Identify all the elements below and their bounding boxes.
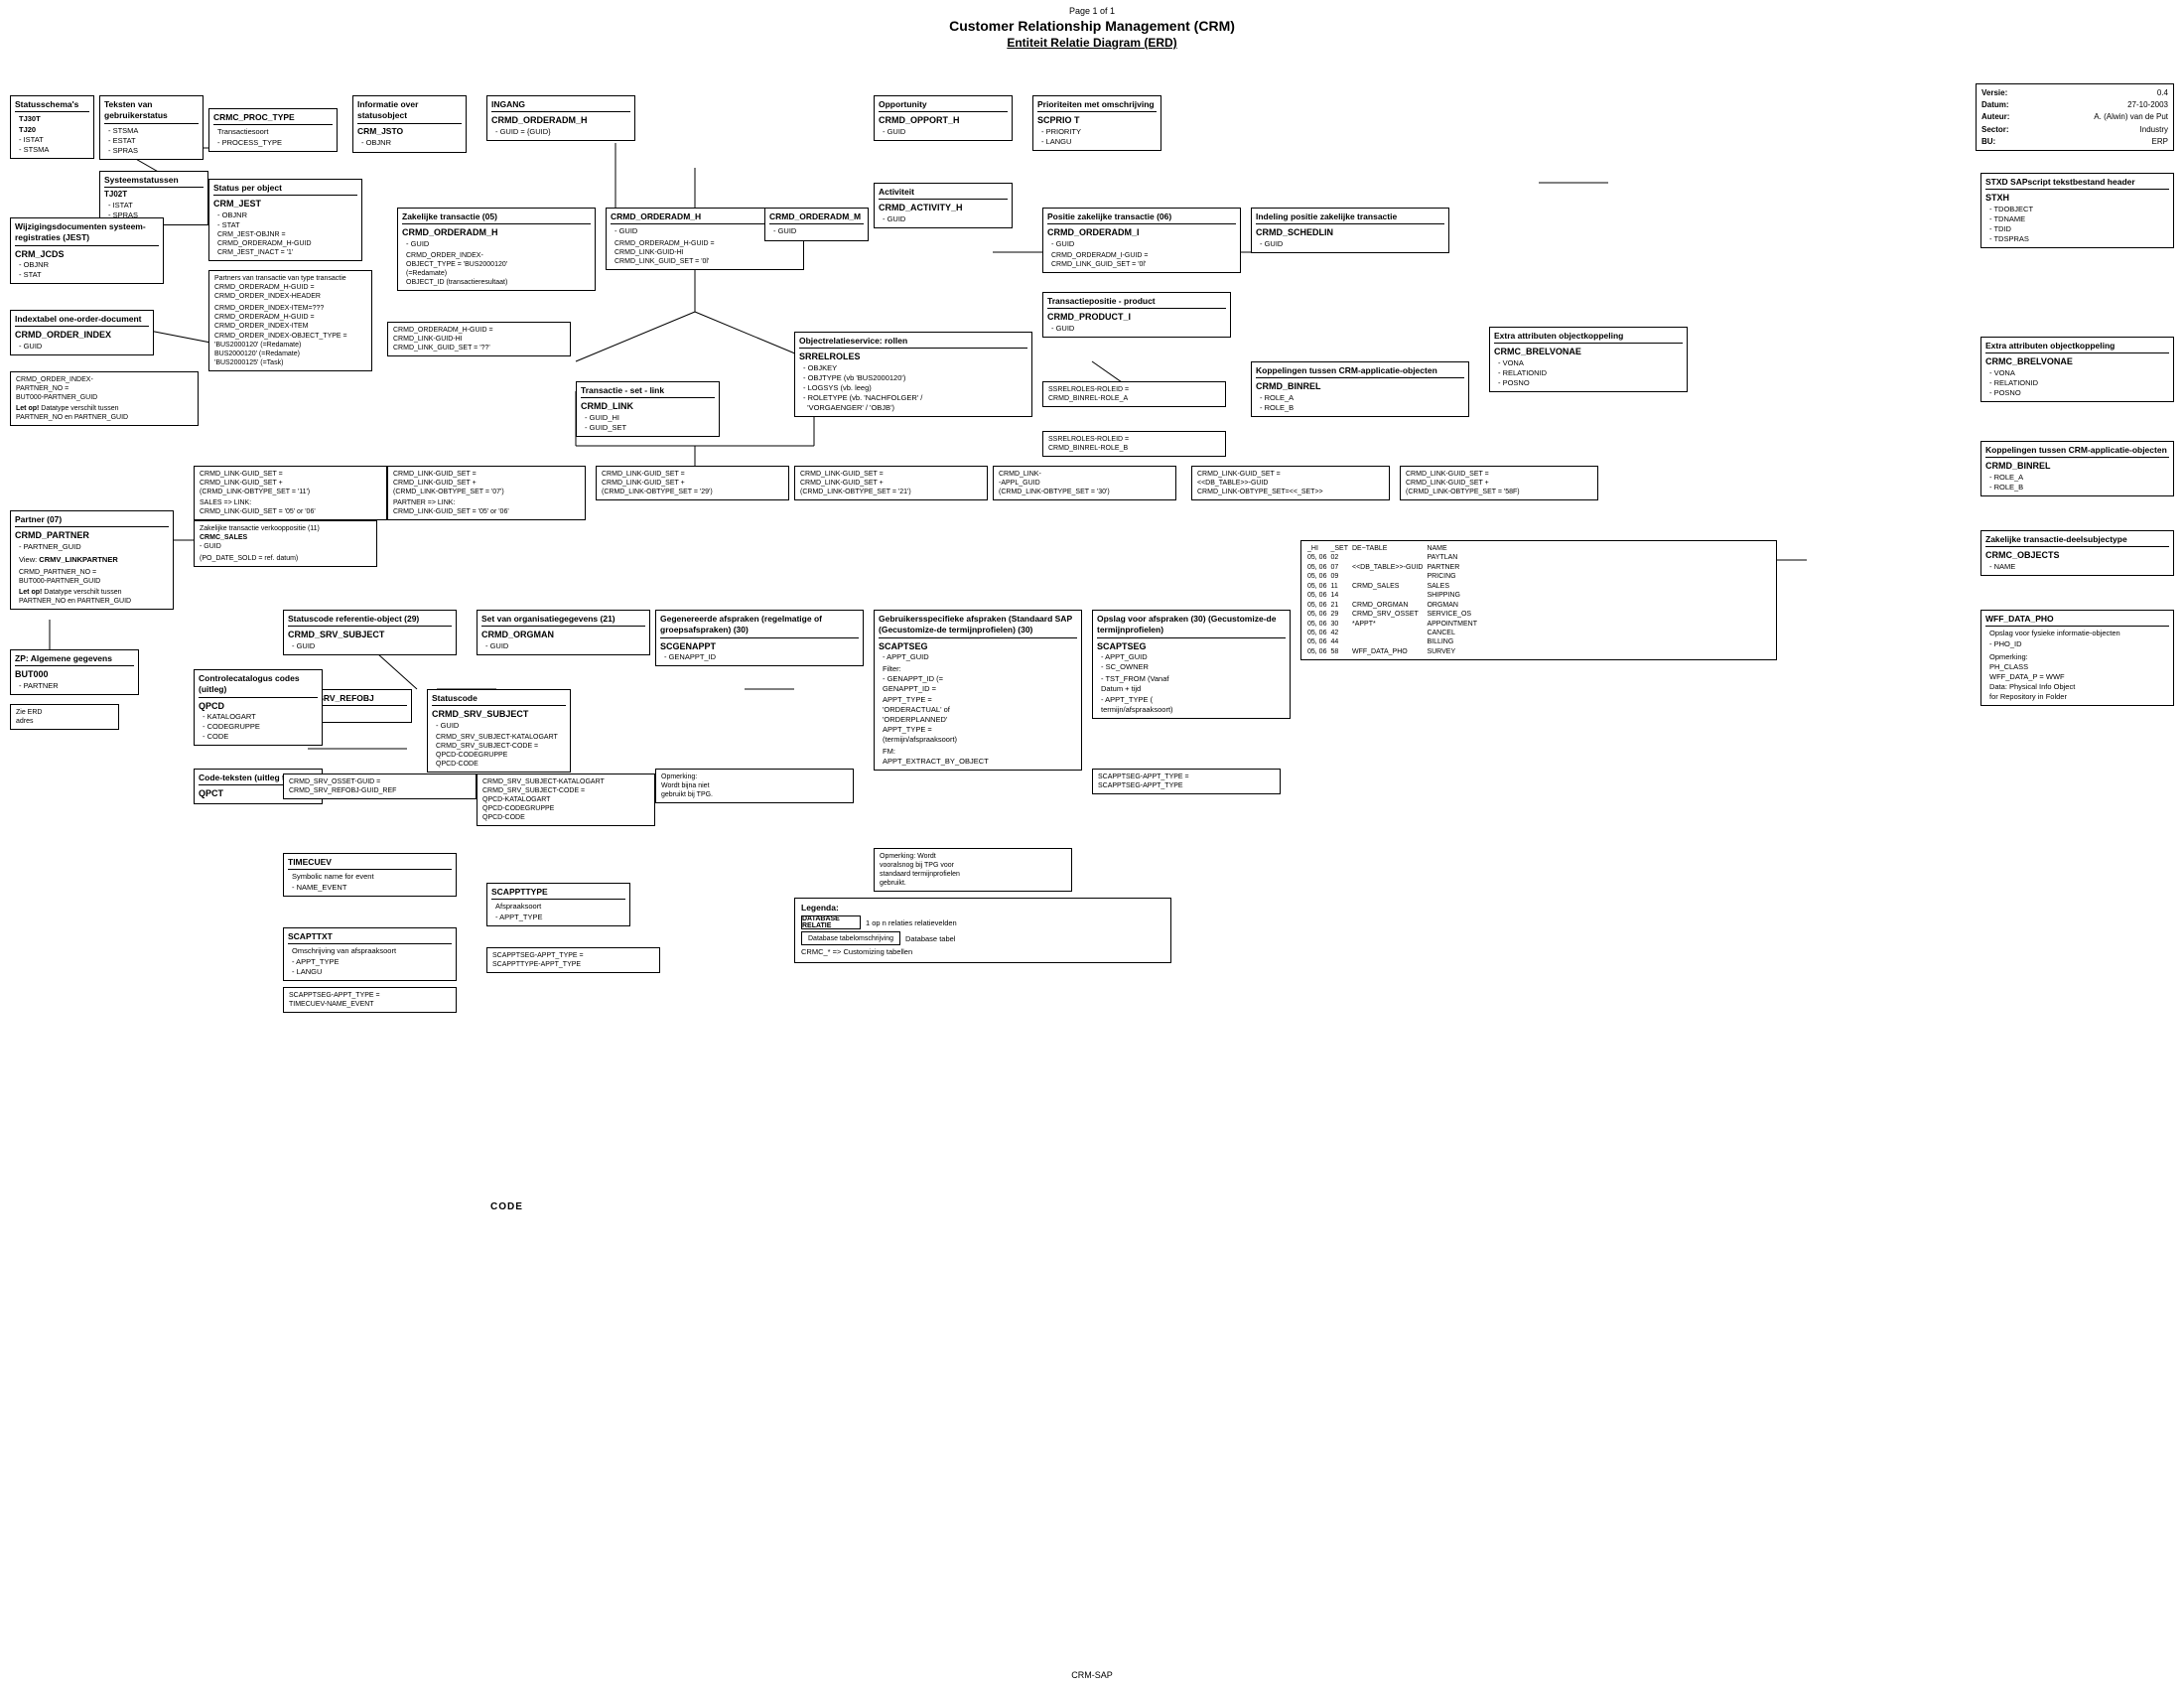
crmc-proc-type-box: CRMC_PROC_TYPE Transactiesoort - PROCESS… bbox=[208, 108, 338, 152]
crmd-link-obtype-note3: CRMD_LINK-GUID_SET = CRMD_LINK-GUID_SET … bbox=[596, 466, 789, 500]
timecuev-box: TIMECUEV Symbolic name for event - NAME_… bbox=[283, 853, 457, 897]
versie-label: Versie: bbox=[1981, 87, 2026, 98]
crmc-brelvonae-box: Extra attributen objectkoppeling CRMC_BR… bbox=[1980, 337, 2174, 402]
sector-val: Industry bbox=[2140, 124, 2168, 135]
crmd-orderadm-h-guid-note-topleft: CRMD_ORDERADM_H-GUID = CRMD_LINK-GUID-HI… bbox=[387, 322, 571, 356]
crmd-order-index-note: CRMD_ORDER_INDEX- PARTNER_NO = BUT000-PA… bbox=[10, 371, 199, 426]
large-data-table-box: _HI_SETDE~TABLENAME 05, 0602PAYTLAN 05, … bbox=[1300, 540, 1777, 660]
info-statusobject-box: Informatie over statusobject CRM_JSTO - … bbox=[352, 95, 467, 153]
crm-jcds-box: Wijzigingsdocumenten systeem-registratie… bbox=[10, 217, 164, 284]
crmd-order-index-box: Indextabel one-order-document CRMD_ORDER… bbox=[10, 310, 154, 355]
crmd-link-obtype-note1: CRMD_LINK-GUID_SET = CRMD_LINK-GUID_SET … bbox=[387, 466, 586, 520]
crmd-srv-osset-note: CRMD_SRV_OSSET-GUID = CRMD_SRV_REFOBJ-GU… bbox=[283, 774, 477, 799]
crmd-orderadm-m-box: CRMD_ORDERADM_M - GUID bbox=[764, 208, 869, 241]
bu-label: BU: bbox=[1981, 136, 2026, 147]
legend-title: Legenda: bbox=[801, 903, 1164, 913]
ssrelroles-note-a: SSRELROLES-ROLEID = CRMD_BINREL-ROLE_A bbox=[1042, 381, 1226, 407]
crmd-link-obtype-note6: CRMD_LINK-GUID_SET = CRMD_LINK-GUID_SET … bbox=[1400, 466, 1598, 500]
qpcd-box: Controlecatalogus codes (uitleg) QPCD - … bbox=[194, 669, 323, 746]
crmc-sales-guid-note: Zakelijke transactie verkooppositie (11)… bbox=[194, 520, 377, 567]
but000-box: ZP: Algemene gegevens BUT000 - PARTNER bbox=[10, 649, 139, 695]
legend-rect-relatie: DATABASE RELATIE bbox=[801, 915, 861, 929]
legend-rect-tabel: Database tabelomschrijving bbox=[801, 931, 900, 945]
timecuev-note: SCAPPTSEG-APPT_TYPE = TIMECUEV-NAME_EVEN… bbox=[283, 987, 457, 1013]
version-info-box: Versie: 0.4 Datum: 27-10-2003 Auteur: A.… bbox=[1976, 83, 2174, 151]
opportunity-box: Opportunity CRMD_OPPORT_H - GUID bbox=[874, 95, 1013, 141]
scgenappt-opmerking: Opmerking: Wordt bijna niet gebruikt bij… bbox=[655, 769, 854, 803]
crmd-orderadm-h-zakelijk-box: Zakelijke transactie (05) CRMD_ORDERADM_… bbox=[397, 208, 596, 291]
crmc-objects-box: Zakelijke transactie-deelsubjectype CRMC… bbox=[1980, 530, 2174, 576]
stxh-box: STXD SAPscript tekstbestand header STXH … bbox=[1980, 173, 2174, 248]
crmd-srv-subject-box: Statuscode CRMD_SRV_SUBJECT - GUID CRMD_… bbox=[427, 689, 571, 773]
opslag-afspraken-box: Opslag voor afspraken (30) (Gecustomize-… bbox=[1092, 610, 1291, 719]
scaptseg-box: Gebruikersspecifieke afspraken (Standaar… bbox=[874, 610, 1082, 771]
page-header: Page 1 of 1 bbox=[0, 0, 2184, 18]
crmd-partner-box: Partner (07) CRMD_PARTNER - PARTNER_GUID… bbox=[10, 510, 174, 610]
statuscode-refobj-box: Statuscode referentie-object (29) CRMD_S… bbox=[283, 610, 457, 655]
diagram-area: Versie: 0.4 Datum: 27-10-2003 Auteur: A.… bbox=[0, 54, 2184, 1662]
datum-label: Datum: bbox=[1981, 99, 2026, 110]
crmd-binrel-box: Koppelingen tussen CRM-applicatie-object… bbox=[1980, 441, 2174, 496]
crmd-link-obtype-note4: CRMD_LINK-GUID_SET = CRMD_LINK-GUID_SET … bbox=[794, 466, 988, 500]
crmc-brelvonae-box2: Extra attributen objectkoppeling CRMC_BR… bbox=[1489, 327, 1688, 392]
scaptseg-opmerking: Opmerking: Wordt vooralsnog bij TPG voor… bbox=[874, 848, 1072, 892]
partners-transactie-note: Partners van transactie van type transac… bbox=[208, 270, 372, 371]
main-title: Customer Relationship Management (CRM) bbox=[0, 18, 2184, 34]
sub-title: Entiteit Relatie Diagram (ERD) bbox=[0, 36, 2184, 50]
crmd-link-box: Transactie - set - link CRMD_LINK - GUID… bbox=[576, 381, 720, 437]
scappttype-note: SCAPPTSEG-APPT_TYPE = SCAPPTTYPE-APPT_TY… bbox=[486, 947, 660, 973]
crmd-link-appl-guid-note: CRMD_LINK- -APPL_GUID (CRMD_LINK-OBTYPE_… bbox=[993, 466, 1176, 500]
prioriteiten-box: Prioriteiten met omschrijving SCPRIO T -… bbox=[1032, 95, 1161, 151]
teksten-gebruikerstatus-box: Teksten van gebruikerstatus - STSMA - ES… bbox=[99, 95, 204, 160]
zie-erd-adres-note: Zie ERD adres bbox=[10, 704, 119, 730]
legend-box: Legenda: DATABASE RELATIE 1 op n relatie… bbox=[794, 898, 1171, 963]
scappttype-box: SCAPPTTYPE Afspraaksoort - APPT_TYPE bbox=[486, 883, 630, 926]
sector-label: Sector: bbox=[1981, 124, 2026, 135]
auteur-label: Auteur: bbox=[1981, 111, 2026, 122]
crmd-srv-subject-note: CRMD_SRV_SUBJECT-KATALOGART CRMD_SRV_SUB… bbox=[477, 774, 655, 826]
scapptseg-appt-type-note: SCAPPTSEG-APPT_TYPE = SCAPPTSEG-APPT_TYP… bbox=[1092, 769, 1281, 794]
crmd-link-obtype-note5: CRMD_LINK-GUID_SET = <<DB_TABLE>>-GUID C… bbox=[1191, 466, 1390, 500]
statusschemas-box: Statusschema's TJ30T TJ20 - ISTAT - STSM… bbox=[10, 95, 94, 159]
crmd-binrel-box2: Koppelingen tussen CRM-applicatie-object… bbox=[1251, 361, 1469, 417]
crmd-product-i-box: Transactiepositie - product CRMD_PRODUCT… bbox=[1042, 292, 1231, 338]
legend-item-relatie: DATABASE RELATIE 1 op n relaties relatie… bbox=[801, 915, 1164, 929]
wff-data-pho-box: WFF_DATA_PHO Opslag voor fysieke informa… bbox=[1980, 610, 2174, 706]
crmd-orderadm-i-box: Positie zakelijke transactie (06) CRMD_O… bbox=[1042, 208, 1241, 273]
ssrelroles-note-b: SSRELROLES-ROLEID = CRMD_BINREL-ROLE_B bbox=[1042, 431, 1226, 457]
srrelroles-box: Objectrelatieservice: rollen SRRELROLES … bbox=[794, 332, 1032, 417]
page-footer: CRM-SAP bbox=[0, 1670, 2184, 1680]
crmd-link-obtype-note2: CRMD_LINK-GUID_SET = CRMD_LINK-GUID_SET … bbox=[194, 466, 387, 520]
crmd-schedlin-box: Indeling positie zakelijke transactie CR… bbox=[1251, 208, 1449, 253]
scgenappt-box: Gegenereerde afspraken (regelmatige of g… bbox=[655, 610, 864, 666]
legend-item-tabel: Database tabelomschrijving Database tabe… bbox=[801, 931, 1164, 945]
ingang-box: INGANG CRMD_ORDERADM_H - GUID = {GUID} bbox=[486, 95, 635, 141]
set-organisatie-box: Set van organisatiegegevens (21) CRMD_OR… bbox=[477, 610, 650, 655]
legend-customizing-text: CRMC_* => Customizing tabellen bbox=[801, 947, 912, 956]
versie-val: 0.4 bbox=[2157, 87, 2168, 98]
scapttxt-box: SCAPTTXT Omschrijving van afspraaksoort … bbox=[283, 927, 457, 981]
code-text: CODE bbox=[490, 1201, 523, 1212]
activiteit-box: Activiteit CRMD_ACTIVITY_H - GUID bbox=[874, 183, 1013, 228]
crm-jest-box: Status per object CRM_JEST - OBJNR - STA… bbox=[208, 179, 362, 261]
datum-val: 27-10-2003 bbox=[2127, 99, 2168, 110]
auteur-val: A. (Alwin) van de Put bbox=[2094, 111, 2168, 122]
legend-item-customizing: CRMC_* => Customizing tabellen bbox=[801, 947, 1164, 956]
bu-val: ERP bbox=[2152, 136, 2168, 147]
